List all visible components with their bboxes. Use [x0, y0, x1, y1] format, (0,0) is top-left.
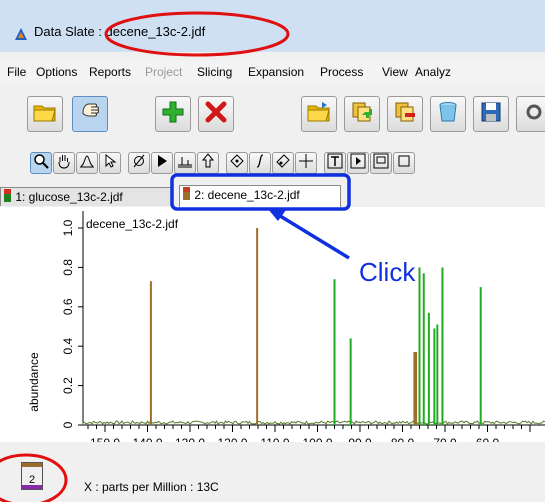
menu-expansion[interactable]: Expansion — [248, 65, 304, 79]
open-folder-button[interactable] — [27, 96, 63, 132]
x-tick-label: 130.0 — [175, 436, 205, 442]
y-tick-label: 1.0 — [61, 219, 75, 236]
baseline-icon — [177, 153, 193, 174]
hand-pick-button[interactable] — [72, 96, 108, 132]
more-tool-button-2[interactable] — [393, 152, 415, 174]
peak-pick-icon — [200, 152, 216, 174]
tab-label: 1: glucose_13c-2.jdf — [15, 190, 123, 204]
window-title: Data Slate : decene_13c-2.jdf — [34, 24, 206, 39]
menu-project[interactable]: Project — [145, 65, 182, 79]
eraser-icon — [275, 153, 291, 174]
menu-analyze[interactable]: Analyz — [415, 65, 451, 79]
y-axis-label: abundance — [27, 352, 41, 412]
title-bar: Data Slate : decene_13c-2.jdf — [0, 0, 545, 52]
more-tool-button[interactable] — [516, 96, 545, 132]
copy-remove-icon — [393, 100, 417, 129]
spectrum-chart[interactable]: decene_13c-2.jdf abundance 0 0.2 0.4 0.6 0.8… — [0, 207, 545, 450]
menu-options[interactable]: Options — [36, 65, 77, 79]
add-icon — [161, 100, 185, 129]
cursor-play-button[interactable] — [151, 152, 173, 174]
phase-icon — [131, 153, 147, 174]
tab-glucose[interactable]: 1: glucose_13c-2.jdf — [0, 187, 172, 206]
frame-icon — [373, 153, 389, 174]
insert-button[interactable] — [347, 152, 369, 174]
copy-remove-button[interactable] — [387, 96, 423, 132]
baseline-noise — [82, 420, 545, 425]
x-tick-label: 110.0 — [260, 436, 289, 442]
crosshair-button[interactable] — [295, 152, 317, 174]
x-tick-label: 100.0 — [302, 436, 332, 442]
save-button[interactable] — [473, 96, 509, 132]
add-button[interactable] — [155, 96, 191, 132]
copy-add-button[interactable] — [344, 96, 380, 132]
open-folder-2-button[interactable] — [301, 96, 337, 132]
spectrum-view[interactable]: decene_13c-2.jdf abundance 0 0.2 0.4 0.6 0.8… — [0, 207, 545, 450]
application-window: Data Slate : decene_13c-2.jdf File Optio… — [0, 0, 545, 502]
spectrum-count: 2 — [28, 474, 36, 486]
zoom-button[interactable] — [30, 152, 52, 174]
insert-icon — [350, 153, 366, 174]
zoom-icon — [33, 153, 49, 174]
peak-pick-button[interactable] — [197, 152, 219, 174]
frame-button[interactable] — [370, 152, 392, 174]
peak-fit-icon — [79, 153, 95, 174]
x-tick-label: 140.0 — [132, 436, 162, 442]
y-tick-label: 0.4 — [61, 338, 75, 355]
x-tick-label: 120.0 — [217, 436, 247, 442]
y-tick-label: 0.8 — [61, 259, 75, 276]
text-button[interactable] — [324, 152, 346, 174]
select-button[interactable] — [99, 152, 121, 174]
pan-button[interactable] — [53, 152, 75, 174]
hand-pick-icon — [78, 101, 102, 128]
diamond-icon — [229, 153, 245, 174]
x-tick-label: 90.0 — [348, 436, 372, 442]
tab-color-swatch — [4, 189, 11, 202]
spectrum-count-box[interactable]: 2 — [21, 462, 43, 490]
x-tick-label: 60.0 — [476, 436, 500, 442]
y-tick-label: 0.6 — [61, 298, 75, 315]
trash-can-button[interactable] — [430, 96, 466, 132]
integral-icon — [252, 153, 268, 174]
copy-add-icon — [350, 100, 374, 129]
tab-decene[interactable]: 2: decene_13c-2.jdf — [179, 185, 341, 207]
tool-icon — [396, 153, 412, 174]
open-folder-2-icon — [306, 101, 332, 128]
select-arrow-icon — [102, 153, 118, 174]
tool-icon — [522, 100, 545, 129]
delete-button[interactable] — [198, 96, 234, 132]
phase-button[interactable] — [128, 152, 150, 174]
peak-fit-button[interactable] — [76, 152, 98, 174]
pan-icon — [56, 153, 72, 174]
save-icon — [479, 100, 503, 129]
data-slate-icon — [14, 27, 28, 46]
delete-icon — [204, 100, 228, 129]
tab-label: 2: decene_13c-2.jdf — [194, 188, 300, 202]
tab-color-swatch — [183, 187, 190, 200]
menu-bar: File Options Reports Project Slicing Exp… — [0, 60, 545, 84]
x-tick-label: 70.0 — [433, 436, 457, 442]
text-icon — [327, 153, 343, 174]
plot-title: decene_13c-2.jdf — [86, 217, 179, 231]
menu-view[interactable]: View — [382, 65, 408, 79]
menu-reports[interactable]: Reports — [89, 65, 131, 79]
menu-file[interactable]: File — [7, 65, 26, 79]
cursor-play-icon — [154, 153, 170, 174]
trash-can-icon — [436, 100, 460, 129]
x-tick-label: 150.0 — [90, 436, 120, 442]
baseline-button[interactable] — [174, 152, 196, 174]
crosshair-icon — [298, 153, 314, 174]
open-folder-icon — [32, 101, 58, 128]
x-axis-label: X : parts per Million : 13C — [84, 480, 219, 494]
y-tick-label: 0.2 — [61, 377, 75, 394]
x-tick-label: 80.0 — [391, 436, 415, 442]
menu-process[interactable]: Process — [320, 65, 363, 79]
menu-slicing[interactable]: Slicing — [197, 65, 232, 79]
integral-button[interactable] — [249, 152, 271, 174]
eraser-button[interactable] — [272, 152, 294, 174]
y-tick-label: 0 — [61, 421, 75, 428]
document-tabs: 1: glucose_13c-2.jdf 2: decene_13c-2.jdf — [0, 185, 545, 207]
diamond-button[interactable] — [226, 152, 248, 174]
